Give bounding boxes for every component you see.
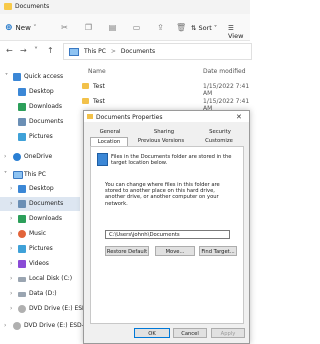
sidebar-item-dvd-drive-root[interactable]: › DVD Drive (E:) ESD-I	[0, 319, 86, 333]
document-icon	[18, 200, 26, 208]
sidebar-item-this-pc[interactable]: ˅ This PC	[0, 168, 80, 182]
cut-icon[interactable]: ✂	[60, 23, 69, 32]
back-icon[interactable]: ←	[6, 47, 14, 55]
dialog-title: Documents Properties	[96, 114, 163, 121]
drive-icon	[18, 277, 26, 282]
disc-icon	[13, 322, 21, 330]
chevron-right-icon: ›	[4, 322, 7, 329]
view-button[interactable]: ☰ View	[228, 24, 250, 40]
disc-icon	[18, 305, 26, 313]
video-icon	[18, 260, 26, 268]
folder-icon	[4, 3, 12, 10]
cancel-button[interactable]: Cancel	[173, 328, 207, 338]
download-icon	[18, 215, 26, 223]
chevron-right-icon: ›	[10, 200, 13, 207]
breadcrumb: This PC > Documents	[84, 48, 156, 55]
chevron-right-icon: ›	[10, 260, 13, 267]
sidebar-item-music[interactable]: › Music	[0, 227, 80, 241]
chevron-right-icon: ›	[10, 275, 13, 282]
chevron-right-icon: ›	[10, 290, 13, 297]
music-icon	[18, 230, 26, 238]
column-header-name[interactable]: Name	[88, 68, 106, 75]
chevron-right-icon: ›	[10, 215, 13, 222]
chevron-right-icon: ›	[10, 245, 13, 252]
title-bar: Documents	[0, 0, 250, 14]
tab-sharing[interactable]: Sharing	[146, 128, 182, 137]
tab-security[interactable]: Security	[202, 128, 238, 137]
chevron-right-icon: ›	[10, 305, 13, 312]
chevron-down-icon: ˅	[4, 171, 7, 178]
list-item[interactable]: Test 1/15/2022 7:41 AM	[82, 80, 250, 97]
sidebar-item-data-d[interactable]: › Data (D:)	[0, 287, 80, 301]
sidebar-item-documents[interactable]: Documents	[0, 115, 80, 129]
new-button[interactable]: ⊕ New ˅	[5, 23, 37, 33]
document-icon	[97, 153, 108, 166]
location-panel: Files in the Documents folder are stored…	[90, 146, 244, 324]
up-icon[interactable]: ↑	[47, 47, 55, 55]
list-item[interactable]: Test 1/15/2022 7:41 AM	[82, 95, 250, 112]
sidebar-item-local-disk-c[interactable]: › Local Disk (C:)	[0, 272, 80, 286]
column-header-date[interactable]: Date modified	[203, 68, 246, 75]
tab-general[interactable]: General	[94, 128, 126, 137]
cloud-icon	[13, 153, 21, 161]
desktop-icon	[18, 185, 26, 193]
paste-icon[interactable]: ▤	[108, 23, 117, 32]
plus-icon: ⊕	[5, 23, 13, 33]
sidebar-item-downloads[interactable]: Downloads	[0, 100, 80, 114]
monitor-icon	[69, 48, 79, 56]
sidebar-item-desktop[interactable]: Desktop	[0, 85, 80, 99]
sidebar-item-documents-selected[interactable]: › Documents	[0, 197, 80, 211]
folder-icon	[82, 98, 89, 104]
monitor-icon	[13, 171, 23, 179]
location-path-input[interactable]: C:\Users\johnh\Documents	[105, 230, 230, 239]
apply-button[interactable]: Apply	[211, 328, 245, 338]
file-list: Name Date modified Test 1/15/2022 7:41 A…	[82, 60, 250, 112]
picture-icon	[18, 245, 26, 253]
drive-icon	[18, 292, 26, 297]
folder-icon	[82, 83, 89, 89]
sidebar-item-onedrive[interactable]: › OneDrive	[0, 150, 80, 164]
document-icon	[18, 118, 26, 126]
sidebar-item-quick-access[interactable]: ˅ Quick access	[0, 70, 80, 84]
download-icon	[18, 103, 26, 111]
address-bar[interactable]: This PC > Documents	[63, 43, 252, 60]
chevron-right-icon: ›	[10, 185, 13, 192]
sidebar-item-pictures[interactable]: › Pictures	[0, 242, 80, 256]
rename-icon[interactable]: ▭	[132, 23, 141, 32]
tab-previous-versions[interactable]: Previous Versions	[134, 137, 188, 146]
delete-icon[interactable]: 🗑	[176, 23, 186, 32]
ok-button[interactable]: OK	[134, 328, 170, 338]
sidebar-item-desktop[interactable]: › Desktop	[0, 182, 80, 196]
chevron-right-icon: ›	[4, 153, 7, 160]
close-icon[interactable]: ✕	[236, 113, 242, 121]
find-target-button[interactable]: Find Target...	[199, 246, 237, 256]
chevron-down-icon[interactable]: ˅	[34, 47, 42, 55]
picture-icon	[18, 133, 26, 141]
view-icon: ☰	[228, 24, 234, 32]
chevron-right-icon: ›	[10, 230, 13, 237]
info-text: Files in the Documents folder are stored…	[111, 154, 232, 167]
tab-customize[interactable]: Customize	[198, 137, 240, 146]
share-icon[interactable]: ⇪	[156, 23, 165, 32]
folder-icon	[87, 114, 93, 119]
forward-icon[interactable]: →	[20, 47, 28, 55]
sidebar-item-dvd-drive[interactable]: › DVD Drive (E:) ESD-I	[0, 302, 91, 316]
star-icon	[13, 73, 21, 81]
sort-icon: ⇅	[191, 24, 197, 32]
chevron-down-icon: ˅	[5, 73, 8, 80]
sidebar-item-downloads[interactable]: › Downloads	[0, 212, 80, 226]
copy-icon[interactable]: ❐	[84, 23, 93, 32]
move-button[interactable]: Move...	[155, 246, 195, 256]
documents-properties-dialog: Documents Properties ✕ General Sharing S…	[83, 110, 250, 344]
body-text: You can change where files in this folde…	[105, 182, 220, 207]
navigation-pane: ˅ Quick access Desktop Downloads Documen…	[0, 60, 91, 342]
sort-button[interactable]: ⇅ Sort ˅	[191, 24, 217, 32]
sidebar-item-videos[interactable]: › Videos	[0, 257, 80, 271]
window-title: Documents	[15, 3, 50, 10]
restore-default-button[interactable]: Restore Default	[105, 246, 149, 256]
command-bar: ⊕ New ˅ ✂ ❐ ▤ ▭ ⇪ 🗑 ⇅ Sort ˅ ☰ View	[0, 14, 250, 41]
desktop-icon	[18, 88, 26, 96]
sidebar-item-pictures[interactable]: Pictures	[0, 130, 80, 144]
